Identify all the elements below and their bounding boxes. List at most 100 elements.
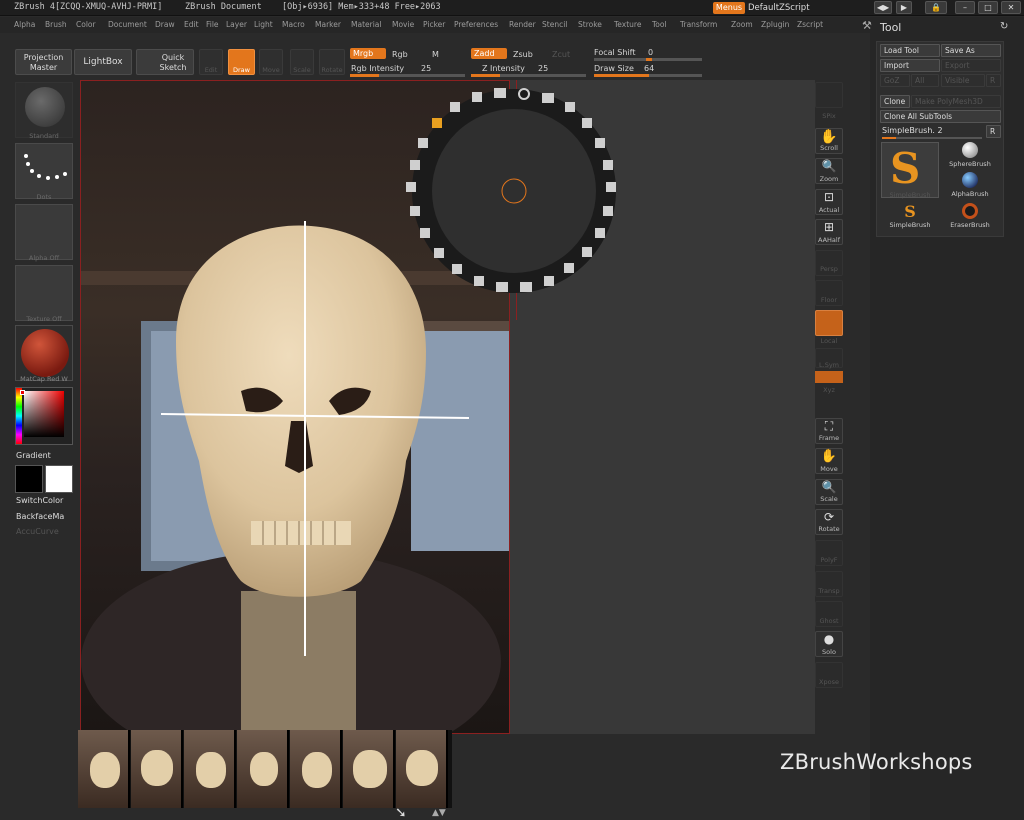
focal-shift-slider[interactable] xyxy=(594,58,702,61)
texture-thumbnail[interactable] xyxy=(15,265,73,321)
brush-thumbnail[interactable] xyxy=(15,82,73,138)
tool-slider[interactable] xyxy=(882,137,982,139)
menu-edit[interactable]: Edit xyxy=(184,20,199,29)
scroll-arrows-icon[interactable]: ▲▼ xyxy=(432,808,446,818)
projection-master-button[interactable]: Projection Master xyxy=(15,49,72,75)
clone-all-subtools-button[interactable]: Clone All SubTools xyxy=(880,110,1001,123)
xyz-button[interactable] xyxy=(815,371,843,383)
close-icon[interactable]: ✕ xyxy=(1001,1,1021,14)
load-tool-button[interactable]: Load Tool xyxy=(880,44,940,57)
film-frame-5[interactable] xyxy=(290,730,342,808)
accucurve-button[interactable]: AccuCurve xyxy=(16,527,59,536)
export-button[interactable]: Export xyxy=(941,59,1001,72)
rotate-icon: ⟳ xyxy=(823,510,835,524)
menu-tool[interactable]: Tool xyxy=(652,20,667,29)
backfacemask-button[interactable]: BackfaceMa xyxy=(16,512,64,521)
main-color-swatch[interactable] xyxy=(45,465,73,493)
menu-stroke[interactable]: Stroke xyxy=(578,20,602,29)
alpha-thumbnail[interactable] xyxy=(15,204,73,260)
make-polymesh-button[interactable]: Make PolyMesh3D xyxy=(911,95,1001,108)
gradient-label[interactable]: Gradient xyxy=(16,451,51,460)
menu-light[interactable]: Light xyxy=(254,20,273,29)
zsub-toggle[interactable]: Zsub xyxy=(513,50,533,59)
menu-layer[interactable]: Layer xyxy=(226,20,247,29)
lightbox-button[interactable]: LightBox xyxy=(74,49,132,75)
film-frame-7[interactable] xyxy=(396,730,448,808)
minimize-icon[interactable]: – xyxy=(955,1,975,14)
material-thumbnail[interactable] xyxy=(15,325,73,381)
zadd-toggle[interactable]: Zadd xyxy=(471,48,507,59)
menu-movie[interactable]: Movie xyxy=(392,20,414,29)
menu-stencil[interactable]: Stencil xyxy=(542,20,567,29)
menu-color[interactable]: Color xyxy=(76,20,96,29)
draw-size-value: 64 xyxy=(644,64,655,73)
menu-picker[interactable]: Picker xyxy=(423,20,445,29)
rotate-button[interactable]: Rotate xyxy=(319,49,345,75)
all-button[interactable]: All xyxy=(911,74,939,87)
menu-transform[interactable]: Transform xyxy=(680,20,717,29)
scale-button[interactable]: Scale xyxy=(290,49,314,75)
r2-button[interactable]: R xyxy=(986,125,1001,138)
menu-render[interactable]: Render xyxy=(509,20,536,29)
arrow-right-icon[interactable]: ▶ xyxy=(896,1,912,14)
film-frame-3[interactable] xyxy=(184,730,236,808)
menu-macro[interactable]: Macro xyxy=(282,20,305,29)
z-intensity-slider[interactable] xyxy=(471,74,586,77)
clone-button[interactable]: Clone xyxy=(880,95,910,108)
film-frame-2[interactable] xyxy=(131,730,183,808)
import-button[interactable]: Import xyxy=(880,59,940,72)
menu-document[interactable]: Document xyxy=(108,20,147,29)
alpha-sphere-icon[interactable] xyxy=(962,172,978,188)
restore-icon[interactable]: □ xyxy=(978,1,998,14)
draw-button[interactable]: Draw xyxy=(228,49,255,75)
transp-label: Transp xyxy=(818,587,840,595)
r-button[interactable]: R xyxy=(986,74,1001,87)
menu-zoom[interactable]: Zoom xyxy=(731,20,753,29)
zcut-toggle[interactable]: Zcut xyxy=(552,50,570,59)
film-frame-4[interactable] xyxy=(237,730,289,808)
menu-alpha[interactable]: Alpha xyxy=(14,20,35,29)
menu-preferences[interactable]: Preferences xyxy=(454,20,498,29)
m-toggle[interactable]: M xyxy=(432,50,439,59)
menus-button[interactable]: Menus xyxy=(713,2,745,14)
menu-bar: Alpha Brush Color Document Draw Edit Fil… xyxy=(0,17,870,33)
menu-draw[interactable]: Draw xyxy=(155,20,175,29)
menu-brush[interactable]: Brush xyxy=(45,20,67,29)
menu-zplugin[interactable]: Zplugin xyxy=(761,20,789,29)
local-button[interactable] xyxy=(815,310,843,336)
spix-button[interactable] xyxy=(815,82,843,108)
draw-size-slider[interactable] xyxy=(594,74,702,77)
switchcolor-button[interactable]: SwitchColor xyxy=(16,496,63,505)
actual-label: Actual xyxy=(818,206,840,214)
menu-zscript[interactable]: Zscript xyxy=(797,20,823,29)
draw-size-label: Draw Size xyxy=(594,64,634,73)
menu-material[interactable]: Material xyxy=(351,20,381,29)
mrgb-toggle[interactable]: Mrgb xyxy=(350,48,386,59)
menu-file[interactable]: File xyxy=(206,20,219,29)
rgb-toggle[interactable]: Rgb xyxy=(392,50,408,59)
menu-texture[interactable]: Texture xyxy=(614,20,641,29)
eraser-icon[interactable] xyxy=(962,203,978,219)
save-as-button[interactable]: Save As xyxy=(941,44,1001,57)
default-zscript[interactable]: DefaultZScript xyxy=(748,3,810,13)
edit-button[interactable]: Edit xyxy=(199,49,223,75)
simplebrush-large-thumbnail[interactable]: S xyxy=(881,142,939,198)
rgb-intensity-value: 25 xyxy=(421,64,432,73)
stroke-thumbnail[interactable] xyxy=(15,143,73,199)
move-button[interactable]: Move xyxy=(259,49,283,75)
sphere-icon[interactable] xyxy=(962,142,978,158)
brush-radial-menu[interactable] xyxy=(402,80,626,302)
secondary-color-swatch[interactable] xyxy=(15,465,43,493)
visible-button[interactable]: Visible xyxy=(941,74,985,87)
film-frame-6[interactable] xyxy=(343,730,395,808)
refresh-icon[interactable]: ↻ xyxy=(1000,21,1008,32)
menu-marker[interactable]: Marker xyxy=(315,20,341,29)
rgb-intensity-slider[interactable] xyxy=(350,74,465,77)
s-small-icon[interactable]: S xyxy=(881,203,939,220)
goz-button[interactable]: GoZ xyxy=(880,74,910,87)
color-picker[interactable] xyxy=(15,387,73,445)
arrow-left-icon[interactable]: ◀▶ xyxy=(874,1,892,14)
lock-icon[interactable]: 🔒 xyxy=(925,1,947,14)
quick-sketch-button[interactable]: Quick Sketch xyxy=(136,49,194,75)
film-frame-1[interactable] xyxy=(78,730,130,808)
